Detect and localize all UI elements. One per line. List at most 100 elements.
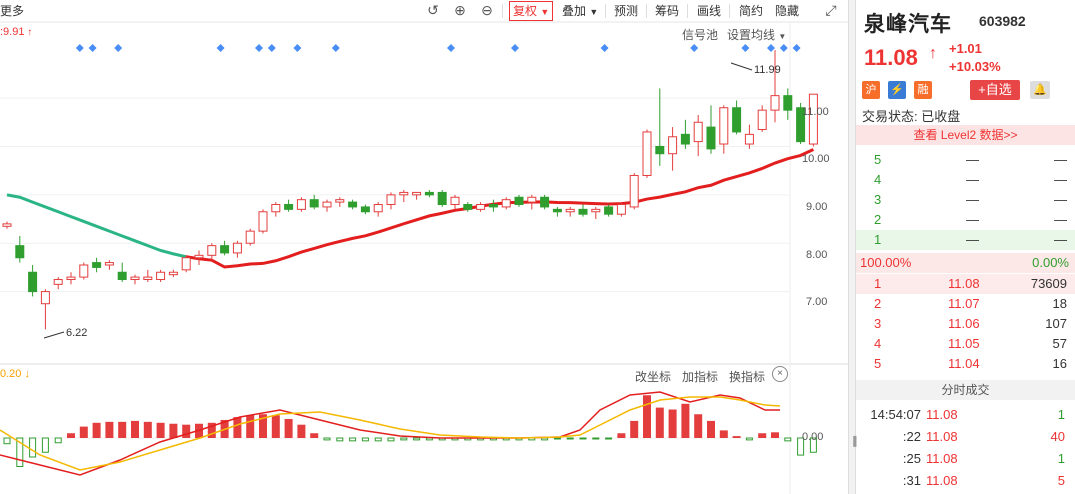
candle-body (194, 254, 204, 259)
tick-price: 11.08 (926, 429, 958, 444)
signal-diamond-icon (600, 44, 609, 52)
candle-body (117, 271, 127, 281)
tick-row: 14:54:07 11.08 1 (856, 404, 1075, 426)
candle-body (104, 262, 114, 266)
add-indicator-button[interactable]: 加指标 (682, 368, 718, 385)
y-tick: 11.00 (802, 106, 829, 118)
macd-bar (92, 422, 101, 438)
level-number: 2 (874, 212, 882, 227)
buy-sell-ratio: 100.00% 0.00% (856, 253, 1075, 273)
candle-body (770, 95, 780, 111)
signal-diamond-icon (331, 44, 340, 52)
candle-body (335, 199, 345, 203)
tick-volume: 40 (1050, 429, 1065, 444)
level-volume: — (1054, 152, 1067, 167)
candle-body (258, 211, 268, 232)
candle-body (629, 174, 639, 208)
macd-bar (29, 437, 37, 458)
ma-value-label: :9.91 ↑ (0, 26, 33, 38)
macd-bar (605, 437, 613, 440)
hu-badge: 沪 (862, 81, 880, 99)
candle-body (156, 271, 166, 281)
up-arrow-icon: ↑ (929, 45, 937, 62)
candle-body (53, 279, 63, 285)
macd-bar (182, 424, 191, 438)
candle-body (296, 199, 306, 210)
candle-body (207, 245, 217, 256)
level-price: 11.06 (948, 316, 980, 331)
trade-status: 交易状态: 已收盘 (862, 106, 960, 125)
candle-body (706, 126, 716, 150)
signal-diamond-icon (75, 44, 84, 52)
level-volume: 18 (1052, 296, 1067, 311)
candle-body (476, 204, 486, 210)
signal-diamond-icon (447, 44, 455, 52)
signal-diamond-icon (741, 44, 750, 52)
level-price: 11.04 (948, 356, 980, 371)
bell-icon[interactable]: 🔔 (1030, 81, 1050, 99)
last-price: 11.08 (864, 45, 918, 70)
macd-bar (630, 420, 639, 438)
macd-bar (413, 437, 421, 441)
candle-body (271, 204, 281, 213)
macd-bar (105, 421, 114, 438)
candle-body (552, 208, 562, 213)
candle-body (642, 131, 652, 176)
level-volume: — (1054, 212, 1067, 227)
macd-bar (745, 437, 753, 441)
tick-time: :22 (902, 429, 921, 444)
macd-bar (156, 422, 165, 438)
level2-link[interactable]: 查看 Level2 数据>> (856, 125, 1075, 145)
sell-ratio: 0.00% (1032, 255, 1069, 270)
change-axis-button[interactable]: 改坐标 (635, 368, 671, 385)
candle-body (514, 196, 524, 206)
candle-body (501, 199, 511, 208)
level-number: 1 (874, 276, 882, 291)
candle-body (655, 145, 665, 155)
high-marker-label: 11.99 (754, 64, 781, 76)
panel-divider[interactable]: ▐ (848, 0, 856, 494)
low-marker-line (43, 331, 65, 339)
low-marker-label: 6.22 (66, 327, 88, 339)
signal-diamond-icon (792, 44, 801, 52)
buy-level-row: 2 11.07 18 (856, 294, 1075, 314)
trade-status-value: 已收盘 (921, 109, 961, 124)
switch-indicator-button[interactable]: 换指标 (729, 368, 765, 385)
add-favorite-button[interactable]: +自选 (970, 80, 1020, 100)
kline-chart-area[interactable]: 更多 ↺ ⊕ ⊖ 复权 ▼ 叠加 ▼ 预测 筹码 画线 简约 隐藏 ⤢ :9.9… (0, 0, 848, 494)
level-number: 5 (874, 356, 882, 371)
macd-bar (719, 430, 728, 438)
candle-body (488, 204, 498, 208)
macd-bar (694, 414, 703, 438)
buy-level-row: 5 11.04 16 (856, 354, 1075, 374)
macd-bar (118, 421, 127, 438)
trade-status-label: 交易状态: (862, 109, 918, 124)
macd-bar (233, 417, 242, 438)
buy-level-row: 4 11.05 57 (856, 334, 1075, 354)
set-ma-button[interactable]: 设置均线 ▼ (727, 26, 786, 43)
candle-body (463, 204, 473, 210)
candle-body (373, 204, 383, 213)
buy-ratio: 100.00% (860, 255, 912, 270)
candle-body (783, 95, 793, 111)
buy-level-row: 3 11.06 107 (856, 314, 1075, 334)
candle-body (2, 223, 12, 227)
close-icon[interactable]: × (772, 366, 788, 382)
macd-bar (67, 433, 75, 438)
level-price: — (966, 192, 979, 207)
macd-bar (758, 433, 767, 438)
macd-bar (41, 437, 49, 453)
candle-body (40, 291, 50, 305)
candle-body (15, 245, 25, 259)
level-number: 1 (874, 232, 882, 247)
tick-time: :25 (902, 451, 921, 466)
signal-diamond-icon (690, 44, 699, 52)
macd-bar (732, 436, 741, 438)
macd-bar (400, 437, 408, 441)
tick-volume: 1 (1057, 451, 1065, 466)
signal-pool-button[interactable]: 信号池 (682, 26, 718, 43)
level-volume: — (1054, 232, 1067, 247)
macd-bar (643, 395, 651, 438)
candle-body (424, 191, 434, 196)
signal-diamond-icon (267, 44, 276, 52)
